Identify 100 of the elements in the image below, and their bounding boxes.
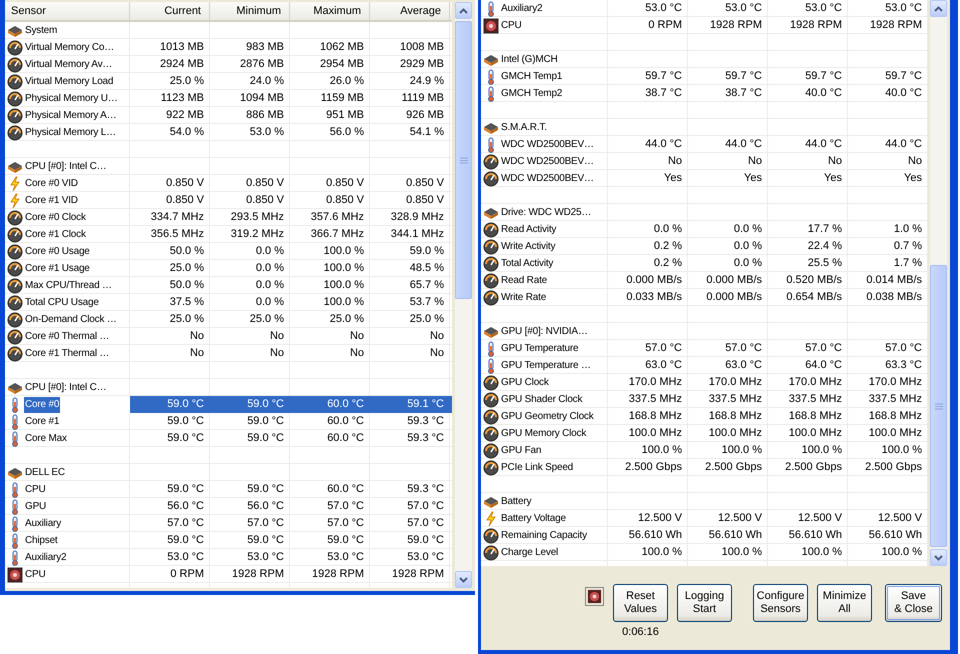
sensor-name: Physical Memory L…	[24, 126, 117, 140]
sensor-name: Core Max	[24, 432, 68, 446]
value-cell-text: 59.3 °C	[406, 482, 445, 497]
value-cell-text: Yes	[663, 171, 683, 186]
sensor-row[interactable]: GPU Geometry Clock 168.8 MHz 168.8 MHz 168.8 MHz 168.8 MHz	[481, 408, 928, 425]
sensor-row[interactable]: Core #1 Clock 356.5 MHz 319.2 MHz 366.7 MHz 344.1 MHz	[5, 226, 452, 243]
sensor-row[interactable]: Max CPU/Thread … 50.0 % 0.0 % 100.0 % 65.7 %	[5, 277, 452, 294]
sensor-row[interactable]: Core #1 59.0 °C 59.0 °C 60.0 °C 59.3 °C	[5, 413, 452, 430]
sensor-row[interactable]: WDC WD2500BEV… 44.0 °C 44.0 °C 44.0 °C 44.0 °C	[481, 136, 928, 153]
value-cell-text: No	[268, 346, 285, 361]
sensor-row[interactable]: Total Activity 0.2 % 0.0 % 25.5 % 1.7 %	[481, 255, 928, 272]
column-header[interactable]: Current	[130, 2, 210, 20]
sensor-row[interactable]: GPU Temperature … 63.0 °C 63.0 °C 64.0 °C 63.3 °C	[481, 357, 928, 374]
sensor-row[interactable]: Charge Level 100.0 % 100.0 % 100.0 % 100.0 %	[481, 544, 928, 561]
sensor-row[interactable]: CPU 59.0 °C 59.0 °C 60.0 °C 59.3 °C	[5, 481, 452, 498]
sensor-row[interactable]: GPU Fan 100.0 % 100.0 % 100.0 % 100.0 %	[481, 442, 928, 459]
sensor-row[interactable]: Core #0 Clock 334.7 MHz 293.5 MHz 357.6 MHz 328.9 MHz	[5, 209, 452, 226]
sensor-row[interactable]: GPU Memory Clock 100.0 MHz 100.0 MHz 100.0 MHz 100.0 MHz	[481, 425, 928, 442]
action-button[interactable]: Save & Close	[885, 584, 942, 622]
value-cell-text: 53.0 °C	[406, 550, 445, 565]
sensor-row[interactable]: Core #0 59.0 °C 59.0 °C 60.0 °C 59.1 °C	[5, 396, 452, 413]
sensor-row[interactable]: GPU Clock 170.0 MHz 170.0 MHz 170.0 MHz 170.0 MHz	[481, 374, 928, 391]
sensor-row[interactable]: Virtual Memory Load 25.0 % 24.0 % 26.0 % 24.9 %	[5, 73, 452, 90]
scroll-up-icon	[459, 8, 468, 14]
sensor-name: Remaining Capacity	[500, 528, 588, 542]
value-cell-text: 1928 RPM	[311, 567, 365, 582]
value-cell-text: 2924 MB	[158, 57, 205, 72]
sensor-row[interactable]: Write Activity 0.2 % 0.0 % 22.4 % 0.7 %	[481, 238, 928, 255]
sensor-row[interactable]: Auxiliary2 53.0 °C 53.0 °C 53.0 °C 53.0 °C	[481, 0, 928, 17]
sensor-row[interactable]: Total CPU Usage 37.5 % 0.0 % 100.0 % 53.7 %	[5, 294, 452, 311]
sensor-row[interactable]: Auxiliary2 53.0 °C 53.0 °C 53.0 °C 53.0 °C	[5, 549, 452, 566]
value-cell-text: 0.850 V	[245, 193, 285, 208]
value-cell-text: 100.0 MHz	[788, 426, 843, 441]
action-button[interactable]: Logging Start	[677, 584, 732, 622]
value-cell-text: 44.0 °C	[804, 137, 843, 152]
value-cell-text: 0.000 MB/s	[705, 273, 763, 288]
sensor-row[interactable]: Battery Voltage 12.500 V 12.500 V 12.500 V 12.500 V	[481, 510, 928, 527]
sensor-row[interactable]: On-Demand Clock … 25.0 % 25.0 % 25.0 % 25.0 %	[5, 311, 452, 328]
value-cell-text: 1928 RPM	[231, 567, 285, 582]
sensor-row[interactable]: Read Rate 0.000 MB/s 0.000 MB/s 0.520 MB/s 0.014 MB/s	[481, 272, 928, 289]
sensor-row[interactable]: GMCH Temp2 38.7 °C 38.7 °C 40.0 °C 40.0 °C	[481, 85, 928, 102]
sensor-name: Write Rate	[500, 290, 548, 304]
sensor-name: Core #0 Thermal …	[24, 330, 110, 344]
sensor-row[interactable]: Physical Memory L… 54.0 % 53.0 % 56.0 % 54.1 %	[5, 124, 452, 141]
sensor-name: Total Activity	[500, 256, 554, 270]
sensor-row[interactable]: Remaining Capacity 56.610 Wh 56.610 Wh 56.610 Wh 56.610 Wh	[481, 527, 928, 544]
value-cell-text: 25.0 %	[328, 312, 365, 327]
sensor-row[interactable]: Core #0 VID 0.850 V 0.850 V 0.850 V 0.850 V	[5, 175, 452, 192]
scrollbar[interactable]	[455, 2, 472, 588]
sensor-row[interactable]: CPU 0 RPM 1928 RPM 1928 RPM 1928 RPM	[481, 17, 928, 34]
sensor-row[interactable]: PCIe Link Speed 2.500 Gbps 2.500 Gbps 2.500 Gbps 2.500 Gbps	[481, 459, 928, 476]
column-header[interactable]: Maximum	[290, 2, 370, 20]
value-cell-text: No	[666, 154, 683, 169]
column-header[interactable]: Average	[370, 2, 450, 20]
column-header[interactable]: Sensor	[5, 2, 130, 20]
sensor-row[interactable]: CPU 0 RPM 1928 RPM 1928 RPM 1928 RPM	[5, 566, 452, 583]
fan-button[interactable]	[585, 587, 604, 606]
sensor-row[interactable]: Core #0 Thermal … No No No No	[5, 328, 452, 345]
sensor-row[interactable]: Core Max 59.0 °C 59.0 °C 60.0 °C 59.3 °C	[5, 430, 452, 447]
sensor-name: GPU	[24, 500, 48, 514]
sensor-row[interactable]: Core #0 Usage 50.0 % 0.0 % 100.0 % 59.0 %	[5, 243, 452, 260]
value-cell-text: 57.0 °C	[166, 516, 205, 531]
action-button[interactable]: Minimize All	[817, 584, 872, 622]
sensor-row[interactable]: Core #1 Usage 25.0 % 0.0 % 100.0 % 48.5 %	[5, 260, 452, 277]
value-cell-text: 1119 MB	[400, 91, 445, 106]
sensor-row[interactable]: Read Activity 0.0 % 0.0 % 17.7 % 1.0 %	[481, 221, 928, 238]
value-cell-text: 170.0 MHz	[868, 375, 923, 390]
sensor-row[interactable]: GPU Shader Clock 337.5 MHz 337.5 MHz 337.5 MHz 337.5 MHz	[481, 391, 928, 408]
sensor-row[interactable]: Core #1 Thermal … No No No No	[5, 345, 452, 362]
sensor-row[interactable]: WDC WD2500BEV… Yes Yes Yes Yes	[481, 170, 928, 187]
value-cell-text: 0.0 %	[732, 239, 763, 254]
column-header[interactable]: Minimum	[210, 2, 290, 20]
sensor-row[interactable]: Auxiliary 57.0 °C 57.0 °C 57.0 °C 57.0 °C	[5, 515, 452, 532]
value-cell-text: 0.654 MB/s	[785, 290, 843, 305]
sensor-row[interactable]: WDC WD2500BEV… No No No No	[481, 153, 928, 170]
sensor-name: GMCH Temp2	[500, 86, 564, 100]
sensor-row[interactable]: Physical Memory A… 922 MB 886 MB 951 MB 926 MB	[5, 107, 452, 124]
sensor-row[interactable]: Chipset 59.0 °C 59.0 °C 59.0 °C 59.0 °C	[5, 532, 452, 549]
value-cell-text: 170.0 MHz	[628, 375, 683, 390]
value-cell-text: 59.0 °C	[246, 431, 285, 446]
value-cell-text: 100.0 %	[640, 545, 683, 560]
scrollbar[interactable]	[930, 0, 947, 566]
value-cell-text: 50.0 %	[168, 244, 205, 259]
value-cell-text: 57.0 °C	[406, 499, 445, 514]
sensor-row[interactable]: Physical Memory U… 1123 MB 1094 MB 1159 MB 1119 MB	[5, 90, 452, 107]
sensor-row[interactable]: GMCH Temp1 59.7 °C 59.7 °C 59.7 °C 59.7 °C	[481, 68, 928, 85]
scroll-thumb[interactable]	[455, 21, 472, 299]
sensor-row[interactable]: Virtual Memory Av… 2924 MB 2876 MB 2954 MB 2929 MB	[5, 56, 452, 73]
scroll-thumb[interactable]	[930, 265, 947, 547]
value-cell-text: 57.0 °C	[804, 341, 843, 356]
sensor-row[interactable]: GPU 56.0 °C 56.0 °C 57.0 °C 57.0 °C	[5, 498, 452, 515]
value-cell-text: 56.0 %	[328, 125, 365, 140]
sensor-row[interactable]: Write Rate 0.033 MB/s 0.000 MB/s 0.654 MB/s 0.038 MB/s	[481, 289, 928, 306]
reset-button[interactable]: Reset Values	[613, 584, 668, 622]
value-cell-text: 59.0 °C	[246, 414, 285, 429]
sensor-row[interactable]: GPU Temperature 57.0 °C 57.0 °C 57.0 °C 57.0 °C	[481, 340, 928, 357]
value-cell-text: 57.0 °C	[724, 341, 763, 356]
sensor-row[interactable]: Core #1 VID 0.850 V 0.850 V 0.850 V 0.850 V	[5, 192, 452, 209]
sensor-row[interactable]: Virtual Memory Co… 1013 MB 983 MB 1062 MB 1008 MB	[5, 39, 452, 56]
action-button[interactable]: Configure Sensors	[753, 584, 808, 622]
